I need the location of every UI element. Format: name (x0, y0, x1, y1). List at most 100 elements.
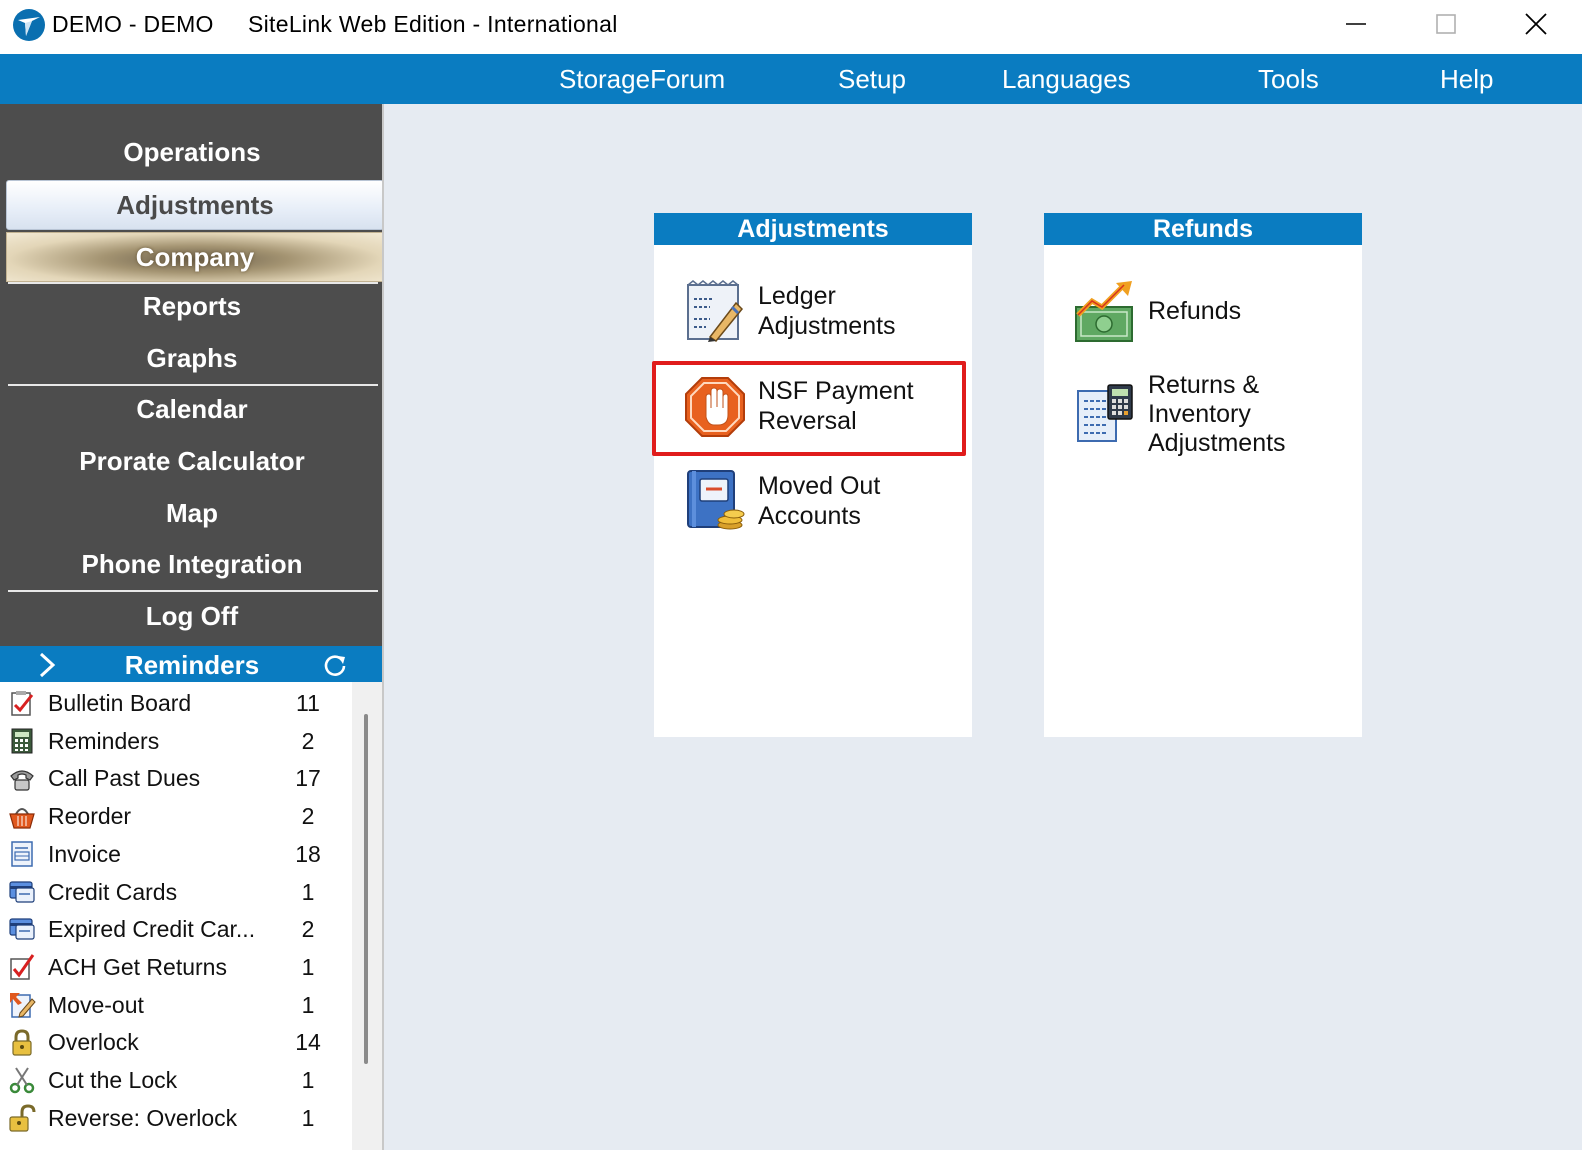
label-line: Reversal (758, 407, 857, 435)
moved-out-accounts-label: Moved Out Accounts (758, 471, 880, 531)
reminder-count: 17 (295, 765, 321, 792)
sidebar: Operations Adjustments Company Reports G… (0, 104, 384, 1150)
reminder-label: Reminders (48, 727, 160, 754)
menu-setup[interactable]: Setup (838, 64, 906, 95)
nav-phone-integration[interactable]: Phone Integration (0, 538, 384, 590)
refresh-icon[interactable] (323, 653, 347, 677)
money-chart-icon (1075, 281, 1133, 342)
nav-map[interactable]: Map (0, 487, 384, 539)
invoice-icon (11, 841, 33, 867)
basket-icon (9, 808, 35, 829)
reminder-row[interactable]: ACH Get Returns 1 (0, 948, 352, 986)
reminder-label: Overlock (48, 1029, 139, 1056)
reminders-list: Bulletin Board 11 Reminders 2 Call Past Dues… (0, 682, 352, 1150)
nav-calendar[interactable]: Calendar (0, 383, 384, 435)
reminder-label: Credit Cards (48, 878, 178, 905)
nav-prorate-calculator[interactable]: Prorate Calculator (0, 435, 384, 487)
nsf-payment-reversal-item[interactable]: NSF Payment Reversal (654, 375, 972, 441)
nav-company[interactable]: Company (6, 232, 384, 282)
menu-bar: StorageForum Setup Languages Tools Help (0, 54, 1582, 104)
reminder-label: Call Past Dues (48, 765, 201, 792)
refunds-item[interactable]: Refunds (1044, 279, 1362, 345)
nav-log-off[interactable]: Log Off (0, 590, 384, 642)
menu-tools[interactable]: Tools (1258, 64, 1319, 95)
nav-graphs[interactable]: Graphs (0, 332, 384, 384)
label-line: Adjustments (758, 312, 896, 340)
returns-inventory-adjustments-label: Returns & Inventory Adjustments (1148, 371, 1286, 458)
reminder-row[interactable]: Reorder 2 (0, 797, 352, 835)
reminder-row[interactable]: Expired Credit Car... 2 (0, 910, 352, 948)
reminder-label: Cut the Lock (48, 1067, 178, 1093)
reminder-label: Reorder (48, 803, 132, 830)
moved-out-book-icon (687, 470, 745, 530)
reminder-row[interactable]: Overlock 14 (0, 1023, 352, 1061)
reminder-row[interactable]: Reminders 2 (0, 722, 352, 760)
maximize-icon (1436, 14, 1456, 34)
lock-icon (12, 1029, 32, 1056)
sitelink-logo-icon (13, 9, 45, 41)
inventory-calculator-icon (1077, 384, 1133, 442)
nav-adjustments[interactable]: Adjustments (6, 180, 384, 230)
refunds-panel-title: Refunds (1044, 213, 1362, 245)
reminder-count: 1 (301, 1104, 315, 1131)
reminder-count: 2 (301, 916, 315, 943)
nav-reports[interactable]: Reports (0, 280, 384, 332)
reminder-row[interactable]: Call Past Dues 17 (0, 759, 352, 797)
reminder-row[interactable]: Invoice 18 (0, 835, 352, 873)
ledger-adjustments-label: Ledger Adjustments (758, 281, 896, 341)
scrollbar-thumb[interactable] (364, 714, 368, 1064)
reminder-count: 2 (301, 803, 315, 830)
app-window: DEMO - DEMO SiteLink Web Edition - Inter… (0, 0, 1582, 1150)
close-button[interactable] (1492, 0, 1580, 48)
window-caption: SiteLink Web Edition - International (248, 11, 618, 37)
adjustments-panel: Adjustments Ledger Adjustments NSF Payme… (652, 213, 972, 737)
reminder-row[interactable]: Cut the Lock 1 (0, 1061, 352, 1099)
menu-help[interactable]: Help (1440, 64, 1493, 95)
phone-icon (10, 770, 34, 791)
reminder-label: Expired Credit Car... (48, 916, 256, 943)
ledger-icon (687, 280, 744, 343)
ledger-adjustments-item[interactable]: Ledger Adjustments (654, 279, 972, 345)
reminder-label: ACH Get Returns (48, 953, 227, 980)
reminder-count: 18 (295, 840, 321, 867)
title-bar: DEMO - DEMO SiteLink Web Edition - Inter… (0, 0, 1582, 54)
stop-hand-icon (685, 377, 745, 437)
reminder-row[interactable]: Credit Cards 1 (0, 873, 352, 911)
reminders-scrollbar[interactable] (352, 682, 382, 1150)
label-line: Refunds (1148, 297, 1242, 325)
move-out-icon (10, 992, 36, 1018)
credit-card-icon (9, 880, 35, 903)
maximize-button[interactable] (1402, 0, 1490, 48)
reminder-count: 2 (301, 727, 315, 754)
label-line: Accounts (758, 502, 861, 530)
menu-languages[interactable]: Languages (1002, 64, 1131, 95)
label-line: Moved Out (758, 472, 881, 500)
reminders-header[interactable]: Reminders (0, 646, 384, 682)
close-icon (1525, 13, 1547, 35)
minimize-button[interactable] (1312, 0, 1400, 48)
label-line: Adjustments (1148, 429, 1286, 457)
reminder-row[interactable]: Move-out 1 (0, 986, 352, 1024)
nav-operations[interactable]: Operations (0, 126, 384, 178)
refunds-panel: Refunds Refunds Returns & Inventory Adju… (1044, 213, 1362, 737)
menu-storageforum[interactable]: StorageForum (559, 64, 725, 95)
label-line: Ledger (758, 282, 836, 310)
scissors-icon (9, 1067, 35, 1094)
window-title: DEMO - DEMO (52, 11, 214, 37)
reminder-count: 1 (301, 878, 315, 905)
reminder-count: 11 (296, 690, 320, 716)
moved-out-accounts-item[interactable]: Moved Out Accounts (654, 469, 972, 535)
reminder-row[interactable]: Bulletin Board 11 (0, 684, 352, 722)
reminder-count: 14 (295, 1029, 321, 1056)
calculator-icon (11, 728, 33, 754)
unlock-icon (9, 1104, 36, 1132)
refunds-label: Refunds (1148, 296, 1241, 326)
returns-inventory-adjustments-item[interactable]: Returns & Inventory Adjustments (1044, 371, 1362, 463)
label-line: Returns & (1148, 371, 1260, 399)
reminder-label: Reverse: Overlock (48, 1104, 238, 1131)
reminder-count: 1 (301, 953, 315, 980)
adjustments-panel-title: Adjustments (654, 213, 972, 245)
main-content: Adjustments Ledger Adjustments NSF Payme… (384, 104, 1582, 1150)
reminder-row[interactable]: Reverse: Overlock 1 (0, 1099, 352, 1137)
label-line: Inventory (1148, 400, 1251, 428)
